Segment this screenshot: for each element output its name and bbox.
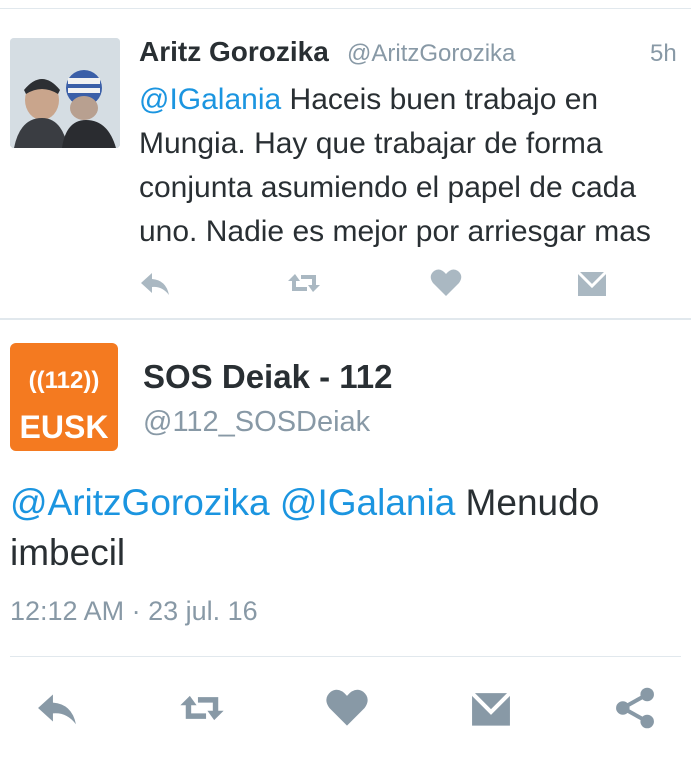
- tweet-text: @AritzGorozika @IGalania Menudo imbecil: [10, 478, 680, 578]
- message-icon[interactable]: [468, 685, 514, 731]
- avatar[interactable]: ((112)) EUSK: [10, 343, 118, 451]
- retweet-icon[interactable]: [287, 266, 321, 300]
- mention-link[interactable]: @IGalania: [280, 482, 455, 523]
- tweet-text: @IGalania Haceis buen trabajo en Mungia.…: [139, 78, 689, 254]
- retweet-icon[interactable]: [179, 685, 225, 731]
- tweet-timestamp[interactable]: 12:12 AM · 23 jul. 16: [10, 596, 258, 627]
- avatar-logo-top: ((112)): [28, 367, 100, 394]
- reply-icon[interactable]: [34, 685, 80, 731]
- user-handle[interactable]: @AritzGorozika: [347, 40, 515, 68]
- avatar[interactable]: [10, 38, 120, 148]
- display-name[interactable]: Aritz Gorozika: [139, 36, 329, 68]
- like-icon[interactable]: [429, 266, 463, 300]
- avatar-logo-bottom: EUSK: [19, 409, 109, 445]
- tweet-divider: [0, 318, 691, 320]
- like-icon[interactable]: [324, 685, 370, 731]
- timestamp[interactable]: 5h: [650, 40, 677, 68]
- reply-icon[interactable]: [138, 266, 172, 300]
- share-icon[interactable]: [612, 685, 658, 731]
- mention-link[interactable]: @IGalania: [139, 83, 281, 116]
- mention-link[interactable]: @AritzGorozika: [10, 482, 270, 523]
- message-icon[interactable]: [575, 266, 609, 300]
- actions-divider: [10, 656, 681, 657]
- top-divider: [0, 8, 691, 9]
- user-handle[interactable]: @112_SOSDeiak: [143, 406, 370, 439]
- display-name[interactable]: SOS Deiak - 112: [143, 358, 392, 396]
